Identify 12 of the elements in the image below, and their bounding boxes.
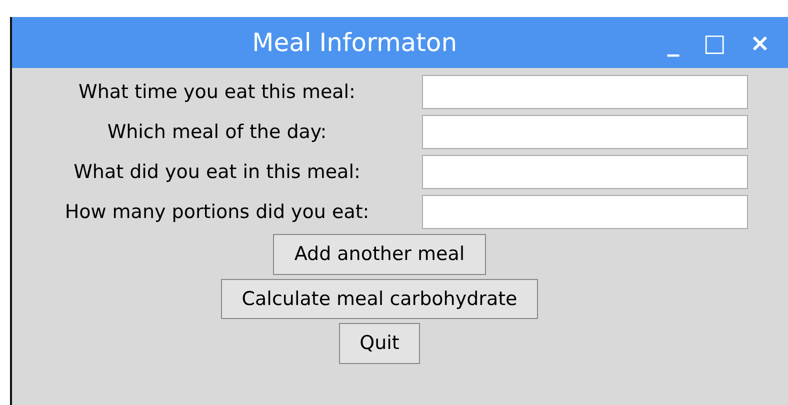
action-button[interactable]: Calculate meal carbohydrate bbox=[220, 278, 538, 320]
input-field[interactable] bbox=[422, 115, 748, 149]
action-button[interactable]: Add another meal bbox=[273, 234, 486, 275]
field-label: Which meal of the day: bbox=[106, 120, 328, 145]
window-title: Meal Informaton bbox=[252, 28, 458, 57]
field-label: How many portions did you eat: bbox=[64, 200, 370, 225]
input-field[interactable] bbox=[422, 195, 748, 229]
field-label: What did you eat in this meal: bbox=[72, 160, 362, 185]
action-button[interactable]: Quit bbox=[338, 323, 420, 364]
input-field[interactable] bbox=[422, 75, 748, 109]
field-label: What time you eat this meal: bbox=[78, 80, 356, 105]
input-field[interactable] bbox=[422, 155, 748, 189]
